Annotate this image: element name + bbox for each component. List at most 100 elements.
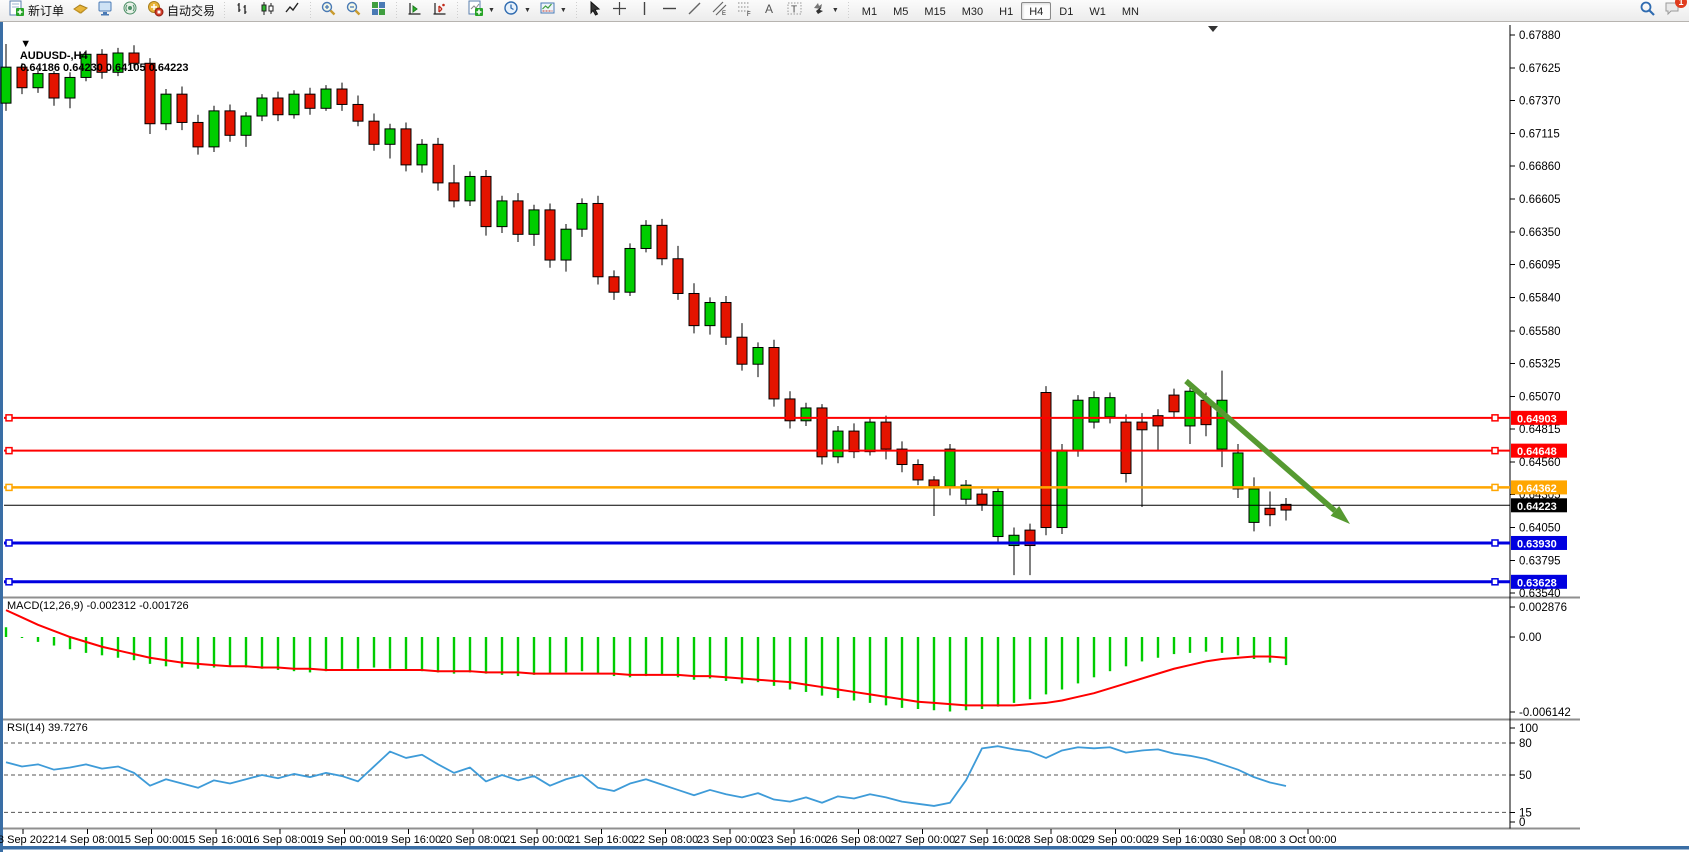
- svg-text:21 Sep 16:00: 21 Sep 16:00: [569, 834, 634, 846]
- candle: [801, 408, 811, 421]
- new-order-button[interactable]: 新订单: [4, 1, 68, 21]
- price-axis: 0.678800.676250.673700.671150.668600.666…: [1510, 30, 1561, 600]
- timeframe-H1-button[interactable]: H1: [991, 2, 1021, 20]
- svg-text:0.66605: 0.66605: [1519, 194, 1561, 206]
- vertical-line-icon: [636, 0, 653, 22]
- candle: [529, 210, 539, 234]
- svg-text:T: T: [791, 4, 797, 15]
- crosshair-button[interactable]: [607, 1, 632, 21]
- terminal-button[interactable]: [93, 1, 118, 21]
- candle: [321, 89, 331, 108]
- line-chart-button[interactable]: [280, 1, 305, 21]
- signals-button[interactable]: [118, 1, 143, 21]
- arrows-button[interactable]: ▼: [807, 1, 843, 21]
- candle: [593, 203, 603, 276]
- candle: [1265, 508, 1275, 514]
- timeframe-M15-button[interactable]: M15: [916, 2, 953, 20]
- chevron-down-icon[interactable]: ▼: [524, 7, 531, 14]
- candle: [385, 129, 395, 144]
- svg-text:0.66095: 0.66095: [1519, 260, 1561, 272]
- templates-button[interactable]: ▼: [535, 1, 571, 21]
- candle: [1041, 393, 1051, 528]
- chart-ohlc-values: 0.64186 0.64230 0.64105 0.64223: [20, 62, 188, 74]
- candle: [257, 98, 267, 116]
- candle: [481, 176, 491, 226]
- bar-chart-button[interactable]: [230, 1, 255, 21]
- cursor-button[interactable]: [582, 1, 607, 21]
- svg-text:22 Sep 08:00: 22 Sep 08:00: [633, 834, 698, 846]
- trend-arrow-annotation[interactable]: [1186, 381, 1350, 524]
- price-chart[interactable]: 0.678800.676250.673700.671150.668600.666…: [0, 0, 1689, 852]
- toolbar: 新订单 自动交易 ▼ ▼ ▼ EFAT ▼ M1M5M15M30H1H4D1W1MN 1: [0, 0, 1689, 22]
- hline-pivot-orange[interactable]: 0.64362: [4, 480, 1567, 495]
- candle: [1105, 398, 1115, 417]
- chevron-down-icon[interactable]: ▼: [560, 7, 567, 14]
- timeframe-M1-button[interactable]: M1: [854, 2, 885, 20]
- fibonacci-button[interactable]: F: [732, 1, 757, 21]
- hline-support-2[interactable]: 0.63628: [4, 575, 1567, 590]
- candlestick-button[interactable]: [255, 1, 280, 21]
- svg-text:19 Sep 00:00: 19 Sep 00:00: [312, 834, 377, 846]
- svg-text:0.002876: 0.002876: [1519, 602, 1567, 614]
- new-chart-icon: [467, 0, 484, 22]
- auto-scroll-button[interactable]: [402, 1, 427, 21]
- zoom-out-button[interactable]: [341, 1, 366, 21]
- chart-shift-button[interactable]: [427, 1, 452, 21]
- candle: [209, 111, 219, 147]
- horizontal-line-button[interactable]: [657, 1, 682, 21]
- line-handle: [1492, 579, 1498, 585]
- periods-button[interactable]: ▼: [499, 1, 535, 21]
- tile-windows-button[interactable]: [366, 1, 391, 21]
- crosshair-icon: [611, 0, 628, 22]
- channel-button[interactable]: E: [707, 1, 732, 21]
- label-button[interactable]: T: [782, 1, 807, 21]
- svg-text:0.63628: 0.63628: [1517, 577, 1557, 589]
- timeframe-M5-button[interactable]: M5: [885, 2, 916, 20]
- svg-text:0.64903: 0.64903: [1517, 413, 1557, 425]
- chevron-down-icon[interactable]: ▼: [832, 7, 839, 14]
- zoom-in-button[interactable]: [316, 1, 341, 21]
- candle: [769, 347, 779, 398]
- search-icon[interactable]: [1639, 0, 1656, 22]
- svg-text:28 Sep 08:00: 28 Sep 08:00: [1018, 834, 1083, 846]
- svg-text:0.65580: 0.65580: [1519, 326, 1561, 338]
- toolbar-separator: [308, 2, 313, 20]
- new-chart-button[interactable]: ▼: [463, 1, 499, 21]
- chart-shift-marker[interactable]: [1208, 26, 1218, 32]
- chat-button[interactable]: 1: [1664, 0, 1681, 22]
- candle: [737, 337, 747, 364]
- trendline-button[interactable]: [682, 1, 707, 21]
- line-handle: [1492, 415, 1498, 421]
- line-handle: [1492, 484, 1498, 490]
- terminal-icon: [97, 0, 114, 22]
- candles-layer: [1, 44, 1291, 575]
- auto-scroll-icon: [406, 0, 423, 22]
- svg-text:19 Sep 16:00: 19 Sep 16:00: [376, 834, 441, 846]
- hline-support-1[interactable]: 0.63930: [4, 536, 1567, 551]
- market-watch-button[interactable]: [68, 1, 93, 21]
- candle: [465, 176, 475, 200]
- window-border-left: [0, 22, 3, 852]
- svg-text:0.00: 0.00: [1519, 632, 1541, 644]
- candle: [241, 116, 251, 135]
- text-button[interactable]: A: [757, 1, 782, 21]
- horizontal-line-icon: [661, 0, 678, 22]
- candle: [577, 203, 587, 229]
- date-axis[interactable]: 13 Sep 202214 Sep 08:0015 Sep 00:0015 Se…: [0, 829, 1336, 846]
- rsi-indicator-label: RSI(14) 39.7276: [7, 722, 88, 734]
- hline-resistance-2[interactable]: 0.64648: [4, 444, 1567, 459]
- timeframe-H4-button[interactable]: H4: [1021, 2, 1051, 20]
- svg-text:0.65070: 0.65070: [1519, 391, 1561, 403]
- collapse-triangle-icon[interactable]: ▼: [20, 38, 31, 50]
- candle: [977, 494, 987, 504]
- timeframe-MN-button[interactable]: MN: [1114, 2, 1147, 20]
- timeframe-W1-button[interactable]: W1: [1081, 2, 1114, 20]
- svg-text:27 Sep 00:00: 27 Sep 00:00: [890, 834, 955, 846]
- timeframe-D1-button[interactable]: D1: [1051, 2, 1081, 20]
- svg-text:0.63540: 0.63540: [1519, 588, 1561, 600]
- chevron-down-icon[interactable]: ▼: [488, 7, 495, 14]
- autotrading-button[interactable]: 自动交易: [143, 1, 219, 21]
- autotrading-icon: [147, 0, 164, 22]
- vertical-line-button[interactable]: [632, 1, 657, 21]
- timeframe-M30-button[interactable]: M30: [954, 2, 991, 20]
